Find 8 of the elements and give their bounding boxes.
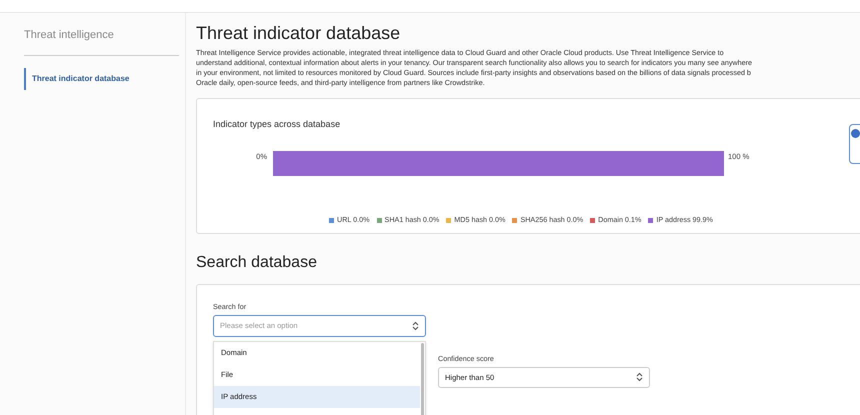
sidebar-item[interactable]: Threat indicator database: [24, 68, 179, 90]
select-arrows-icon: [636, 372, 643, 382]
page-title: Threat indicator database: [196, 22, 402, 44]
sidebar-title: Threat intelligence: [24, 27, 179, 56]
chart-title: Indicator types across database: [213, 118, 340, 131]
section-title: Search database: [196, 253, 318, 273]
select-arrows-icon: [412, 320, 419, 331]
scrollbar-thumb[interactable]: [421, 342, 424, 415]
